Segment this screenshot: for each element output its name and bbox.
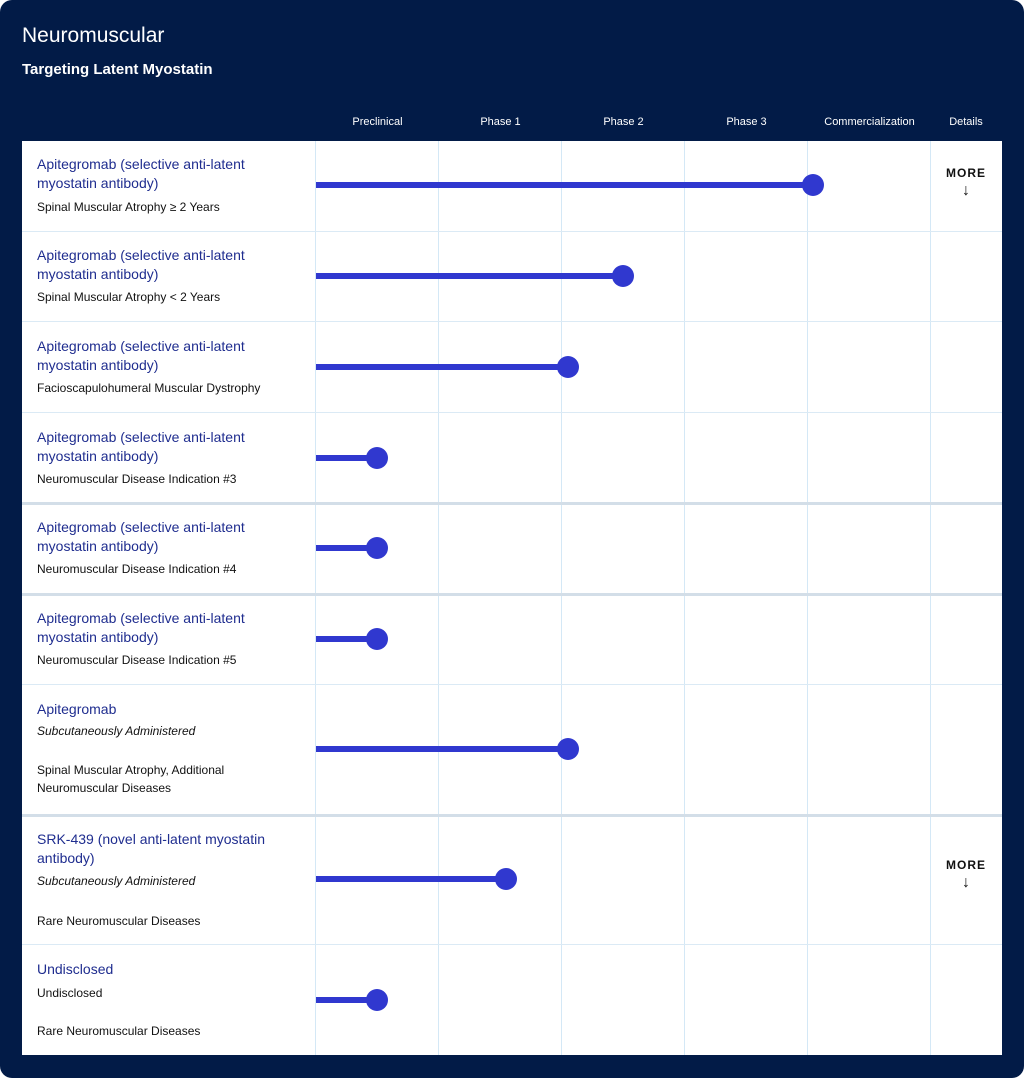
program-row: Apitegromab Subcutaneously Administered … <box>22 684 1002 814</box>
more-button[interactable]: MORE ↓ <box>930 858 1002 892</box>
program-name: Apitegromab (selective anti-latent myost… <box>37 156 245 191</box>
progress-bar <box>316 746 568 752</box>
program-row: Apitegromab (selective anti-latent myost… <box>22 412 1002 502</box>
more-label: MORE <box>946 858 986 872</box>
program-indication: Facioscapulohumeral Muscular Dystrophy <box>37 381 261 395</box>
program-indication: Spinal Muscular Atrophy < 2 Years <box>37 290 221 304</box>
progress-bar <box>316 182 814 188</box>
program-row: Undisclosed Undisclosed Rare Neuromuscul… <box>22 944 1002 1055</box>
progress-dot <box>612 265 634 287</box>
col-phase-2: Phase 2 <box>603 116 644 128</box>
program-note: Subcutaneously Administered <box>37 874 196 888</box>
program-row: Apitegromab (selective anti-latent myost… <box>22 502 1002 593</box>
col-phase-3: Phase 3 <box>726 116 767 128</box>
pipeline-panel: Neuromuscular Targeting Latent Myostatin… <box>0 0 1024 1078</box>
program-name: Apitegromab (selective anti-latent myost… <box>37 519 245 554</box>
section-subtitle: Targeting Latent Myostatin <box>22 61 213 78</box>
program-row: Apitegromab (selective anti-latent myost… <box>22 321 1002 412</box>
arrow-down-icon: ↓ <box>962 182 970 199</box>
program-note: Undisclosed <box>37 986 103 1000</box>
more-button[interactable]: MORE ↓ <box>930 166 1002 200</box>
progress-dot <box>366 989 389 1011</box>
progress-dot <box>802 174 825 196</box>
progress-dot <box>366 447 389 469</box>
program-row: Apitegromab (selective anti-latent myost… <box>22 593 1002 684</box>
col-preclinical: Preclinical <box>352 116 403 128</box>
arrow-down-icon: ↓ <box>962 874 970 891</box>
progress-dot <box>556 356 579 378</box>
program-indication: Rare Neuromuscular Diseases <box>37 914 201 928</box>
program-indication: Rare Neuromuscular Diseases <box>37 1024 201 1038</box>
program-name: Apitegromab (selective anti-latent myost… <box>37 247 245 282</box>
progress-bar <box>316 273 623 279</box>
program-name: Undisclosed <box>37 961 114 977</box>
pipeline-table: Apitegromab (selective anti-latent myost… <box>22 141 1002 1055</box>
program-name: SRK-439 (novel anti-latent myostatin ant… <box>37 831 265 866</box>
col-commercialization: Commercialization <box>824 116 915 128</box>
program-indication: Neuromuscular Disease Indication #3 <box>37 472 237 486</box>
progress-dot <box>366 628 389 650</box>
program-name: Apitegromab <box>37 701 117 717</box>
progress-bar <box>316 364 568 370</box>
progress-bar <box>316 876 507 882</box>
program-name: Apitegromab (selective anti-latent myost… <box>37 429 245 464</box>
program-row: SRK-439 (novel anti-latent myostatin ant… <box>22 814 1002 944</box>
section-title: Neuromuscular <box>22 24 165 47</box>
program-indication: Spinal Muscular Atrophy ≥ 2 Years <box>37 200 220 214</box>
progress-dot <box>495 868 518 890</box>
program-note: Subcutaneously Administered <box>37 724 196 738</box>
phase-header-row: Preclinical Phase 1 Phase 2 Phase 3 Comm… <box>0 114 1024 134</box>
more-label: MORE <box>946 166 986 180</box>
progress-dot <box>556 738 579 760</box>
progress-dot <box>366 537 389 559</box>
program-row: Apitegromab (selective anti-latent myost… <box>22 231 1002 321</box>
col-details: Details <box>949 116 983 128</box>
program-name: Apitegromab (selective anti-latent myost… <box>37 338 245 373</box>
program-row: Apitegromab (selective anti-latent myost… <box>22 141 1002 231</box>
program-indication: Spinal Muscular Atrophy, Additional Neur… <box>37 763 225 795</box>
program-indication: Neuromuscular Disease Indication #4 <box>37 562 237 576</box>
program-name: Apitegromab (selective anti-latent myost… <box>37 610 245 645</box>
col-phase-1: Phase 1 <box>480 116 521 128</box>
program-indication: Neuromuscular Disease Indication #5 <box>37 653 237 667</box>
